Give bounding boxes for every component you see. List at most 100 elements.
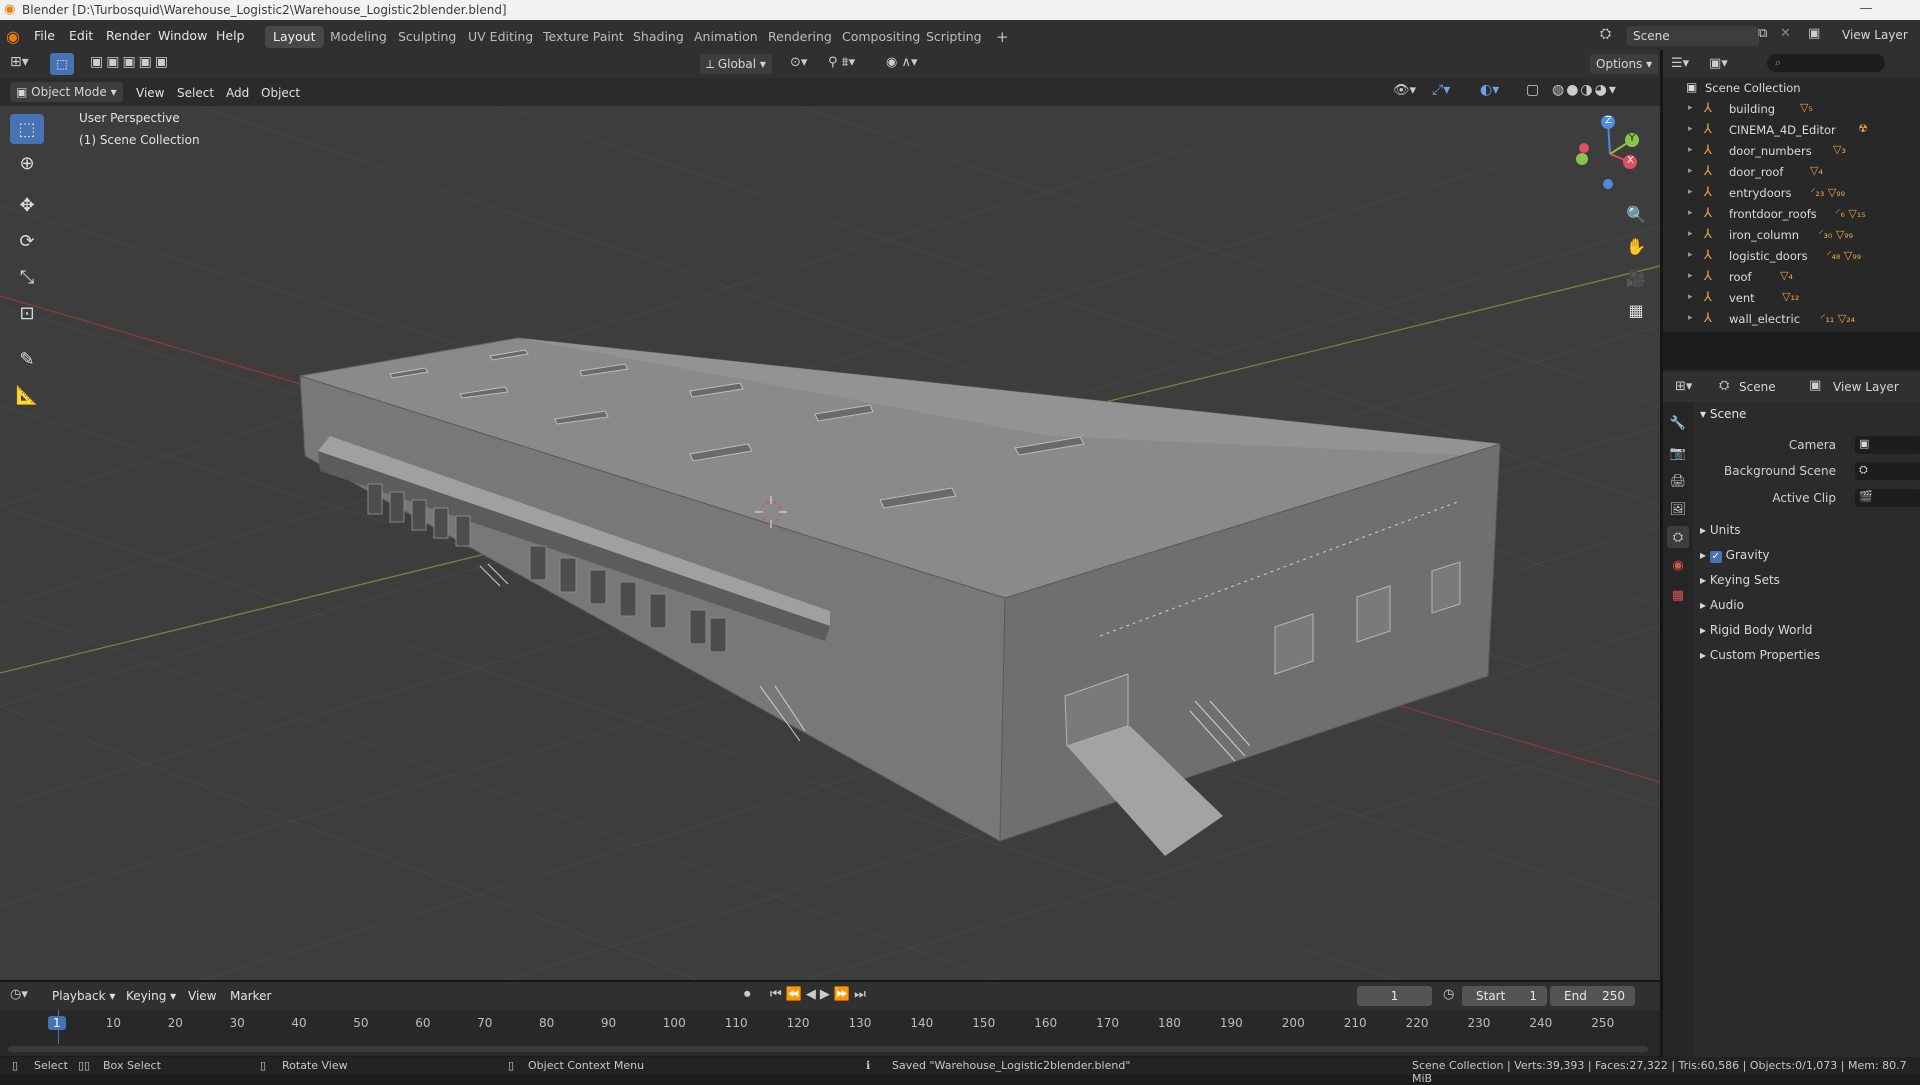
zoom-icon[interactable]: 🔍 <box>1622 200 1650 228</box>
expand-arrow-icon[interactable]: ▸ <box>1688 166 1693 176</box>
ortho-grid-icon[interactable]: ▦ <box>1622 296 1650 324</box>
tab-texture-paint[interactable]: Texture Paint <box>535 26 632 48</box>
world-tab-icon[interactable]: ◉ <box>1667 554 1689 576</box>
expand-arrow-icon[interactable]: ▸ <box>1688 292 1693 302</box>
scene-tab-icon[interactable]: ⛭ <box>1667 526 1689 548</box>
end-frame-field[interactable]: End 250 <box>1550 986 1635 1006</box>
menu-file[interactable]: File <box>34 28 55 43</box>
playback-controls-icons[interactable]: ⏮⏪◀▶⏩⏭ <box>770 987 870 1002</box>
tab-uv-editing[interactable]: UV Editing <box>460 26 541 48</box>
menu-render[interactable]: Render <box>106 28 151 43</box>
record-icon[interactable]: ⏺ <box>744 987 751 1002</box>
view-layer-tab-icon[interactable]: 🖼 <box>1667 498 1689 520</box>
expand-arrow-icon[interactable]: ▸ <box>1688 271 1693 281</box>
gizmo-toggle-icon[interactable]: ⤢▾ <box>1432 82 1450 98</box>
expand-arrow-icon[interactable]: ▸ <box>1688 229 1693 239</box>
outliner-search-input[interactable]: ⌕ <box>1767 54 1885 72</box>
tab-rendering[interactable]: Rendering <box>760 26 840 48</box>
options-dropdown[interactable]: Options ▾ <box>1590 54 1659 74</box>
outliner-item-cinema-4d-editor[interactable]: ▸ ⅄ CINEMA_4D_Editor ☢ <box>1663 120 1920 141</box>
camera-field[interactable]: ▣ <box>1855 436 1920 454</box>
cursor-tool[interactable]: ⊕ <box>10 148 44 178</box>
add-workspace-button[interactable]: + <box>988 26 1017 48</box>
expand-arrow-icon[interactable]: ▸ <box>1688 124 1693 134</box>
pan-hand-icon[interactable]: ✋ <box>1622 232 1650 260</box>
menu-edit[interactable]: Edit <box>69 28 93 43</box>
props-scene-label[interactable]: Scene <box>1739 380 1776 394</box>
outliner-root[interactable]: ▣ Scene Collection <box>1663 78 1920 99</box>
keying-sets-section[interactable]: ▸ Keying Sets <box>1700 573 1780 587</box>
gravity-section[interactable]: ▸ ✓ Gravity <box>1700 548 1770 563</box>
menu-help[interactable]: Help <box>216 28 245 43</box>
menu-window[interactable]: Window <box>158 28 207 43</box>
pivot-icon[interactable]: ⊙▾ <box>790 55 807 70</box>
timeline-view-menu[interactable]: View <box>188 986 216 1006</box>
blender-menu-icon[interactable]: ◉ <box>6 27 20 46</box>
clock-icon[interactable]: ◷ <box>1443 987 1454 1002</box>
expand-arrow-icon[interactable]: ▸ <box>1688 208 1693 218</box>
3d-viewport[interactable]: User Perspective (1) Scene Collection ⬚ … <box>0 106 1660 981</box>
tab-layout[interactable]: Layout <box>265 26 324 48</box>
tab-sculpting[interactable]: Sculpting <box>390 26 464 48</box>
visibility-icon[interactable]: 👁▾ <box>1393 83 1416 98</box>
active-clip-field[interactable]: 🎬 <box>1855 489 1920 507</box>
scale-tool[interactable]: ⤡ <box>10 262 44 292</box>
outliner-item-wall-electric[interactable]: ▸ ⅄ wall_electric ⸍₁₁ ▽₂₄ <box>1663 309 1920 330</box>
outliner-item-door-numbers[interactable]: ▸ ⅄ door_numbers ▽₃ <box>1663 141 1920 162</box>
editor-type-icon[interactable]: ⊞▾ <box>10 54 29 70</box>
display-mode-icon[interactable]: ▣▾ <box>1709 56 1728 71</box>
select-box-tool[interactable]: ⬚ <box>10 114 44 144</box>
outliner-type-icon[interactable]: ☰▾ <box>1671 56 1689 71</box>
view-layer-field[interactable]: View Layer <box>1842 28 1908 42</box>
outliner-item-frontdoor-roofs[interactable]: ▸ ⅄ frontdoor_roofs ⸍₆ ▽₁₅ <box>1663 204 1920 225</box>
measure-tool[interactable]: 📐 <box>10 380 44 410</box>
properties-type-icon[interactable]: ⊞▾ <box>1675 379 1692 394</box>
start-frame-field[interactable]: Start 1 <box>1462 986 1547 1006</box>
expand-arrow-icon[interactable]: ▸ <box>1688 313 1693 323</box>
minimize-icon[interactable]: — <box>1858 1 1874 17</box>
viewport-menu-object[interactable]: Object <box>261 83 300 103</box>
expand-arrow-icon[interactable]: ▸ <box>1688 103 1693 113</box>
object-mode-dropdown[interactable]: ▣ Object Mode ▾ <box>10 82 123 102</box>
outliner-item-logistic-doors[interactable]: ▸ ⅄ logistic_doors ⸍₄₈ ▽₉₉ <box>1663 246 1920 267</box>
select-tool-icon[interactable]: ⬚ <box>50 53 74 75</box>
tab-modeling[interactable]: Modeling <box>322 26 395 48</box>
tab-scripting[interactable]: Scripting <box>918 26 990 48</box>
proportional-edit-icon[interactable]: ◉ ∧▾ <box>886 55 918 70</box>
props-view-layer-label[interactable]: View Layer <box>1833 380 1899 394</box>
camera-view-icon[interactable]: 🎥 <box>1622 264 1650 292</box>
outliner-item-roof[interactable]: ▸ ⅄ roof ▽₄ <box>1663 267 1920 288</box>
viewport-menu-add[interactable]: Add <box>226 83 249 103</box>
shading-modes-icons[interactable]: ◍●◑◕▾ <box>1552 82 1618 98</box>
timeline-keying-menu[interactable]: Keying ▾ <box>126 986 176 1006</box>
current-frame-field[interactable]: 1 <box>1357 986 1432 1006</box>
viewport-menu-select[interactable]: Select <box>177 83 214 103</box>
outliner-item-building[interactable]: ▸ ⅄ building ▽₅ <box>1663 99 1920 120</box>
units-section[interactable]: ▸ Units <box>1700 523 1741 537</box>
timeline-type-icon[interactable]: ◷▾ <box>10 987 28 1002</box>
audio-section[interactable]: ▸ Audio <box>1700 598 1744 612</box>
timeline-playback-menu[interactable]: Playback ▾ <box>52 986 115 1006</box>
expand-arrow-icon[interactable]: ▸ <box>1688 145 1693 155</box>
xray-icon[interactable]: ▢ <box>1526 82 1539 98</box>
move-tool[interactable]: ✥ <box>10 190 44 220</box>
timeline-marker-menu[interactable]: Marker <box>230 986 271 1006</box>
scene-panel-header[interactable]: ▾ Scene <box>1700 407 1746 421</box>
transform-orientation-dropdown[interactable]: ⟂ Global ▾ <box>700 54 772 74</box>
overlay-toggle-icon[interactable]: ◐▾ <box>1480 82 1499 98</box>
scene-browse-icon[interactable]: ⛭ <box>1600 26 1611 42</box>
rigid-body-section[interactable]: ▸ Rigid Body World <box>1700 623 1812 637</box>
view-layer-icon[interactable]: ▣ <box>1808 26 1820 41</box>
delete-scene-icon[interactable]: ✕ <box>1780 26 1791 41</box>
tab-compositing[interactable]: Compositing <box>834 26 928 48</box>
viewport-menu-view[interactable]: View <box>136 83 164 103</box>
scene-name-field[interactable]: Scene <box>1627 26 1759 46</box>
texture-tab-icon[interactable]: ▦ <box>1667 584 1689 606</box>
selection-mode-icons[interactable]: ▣▣▣▣▣ <box>90 54 171 70</box>
outliner-item-vent[interactable]: ▸ ⅄ vent ▽₁₂ <box>1663 288 1920 309</box>
render-tab-icon[interactable]: 📷 <box>1667 442 1689 464</box>
tool-tab-icon[interactable]: 🔧 <box>1667 412 1689 434</box>
transform-tool[interactable]: ⊡ <box>10 298 44 328</box>
outliner-item-iron-column[interactable]: ▸ ⅄ iron_column ⸍₃₀ ▽₉₉ <box>1663 225 1920 246</box>
new-scene-icon[interactable]: ⧉ <box>1758 26 1767 41</box>
